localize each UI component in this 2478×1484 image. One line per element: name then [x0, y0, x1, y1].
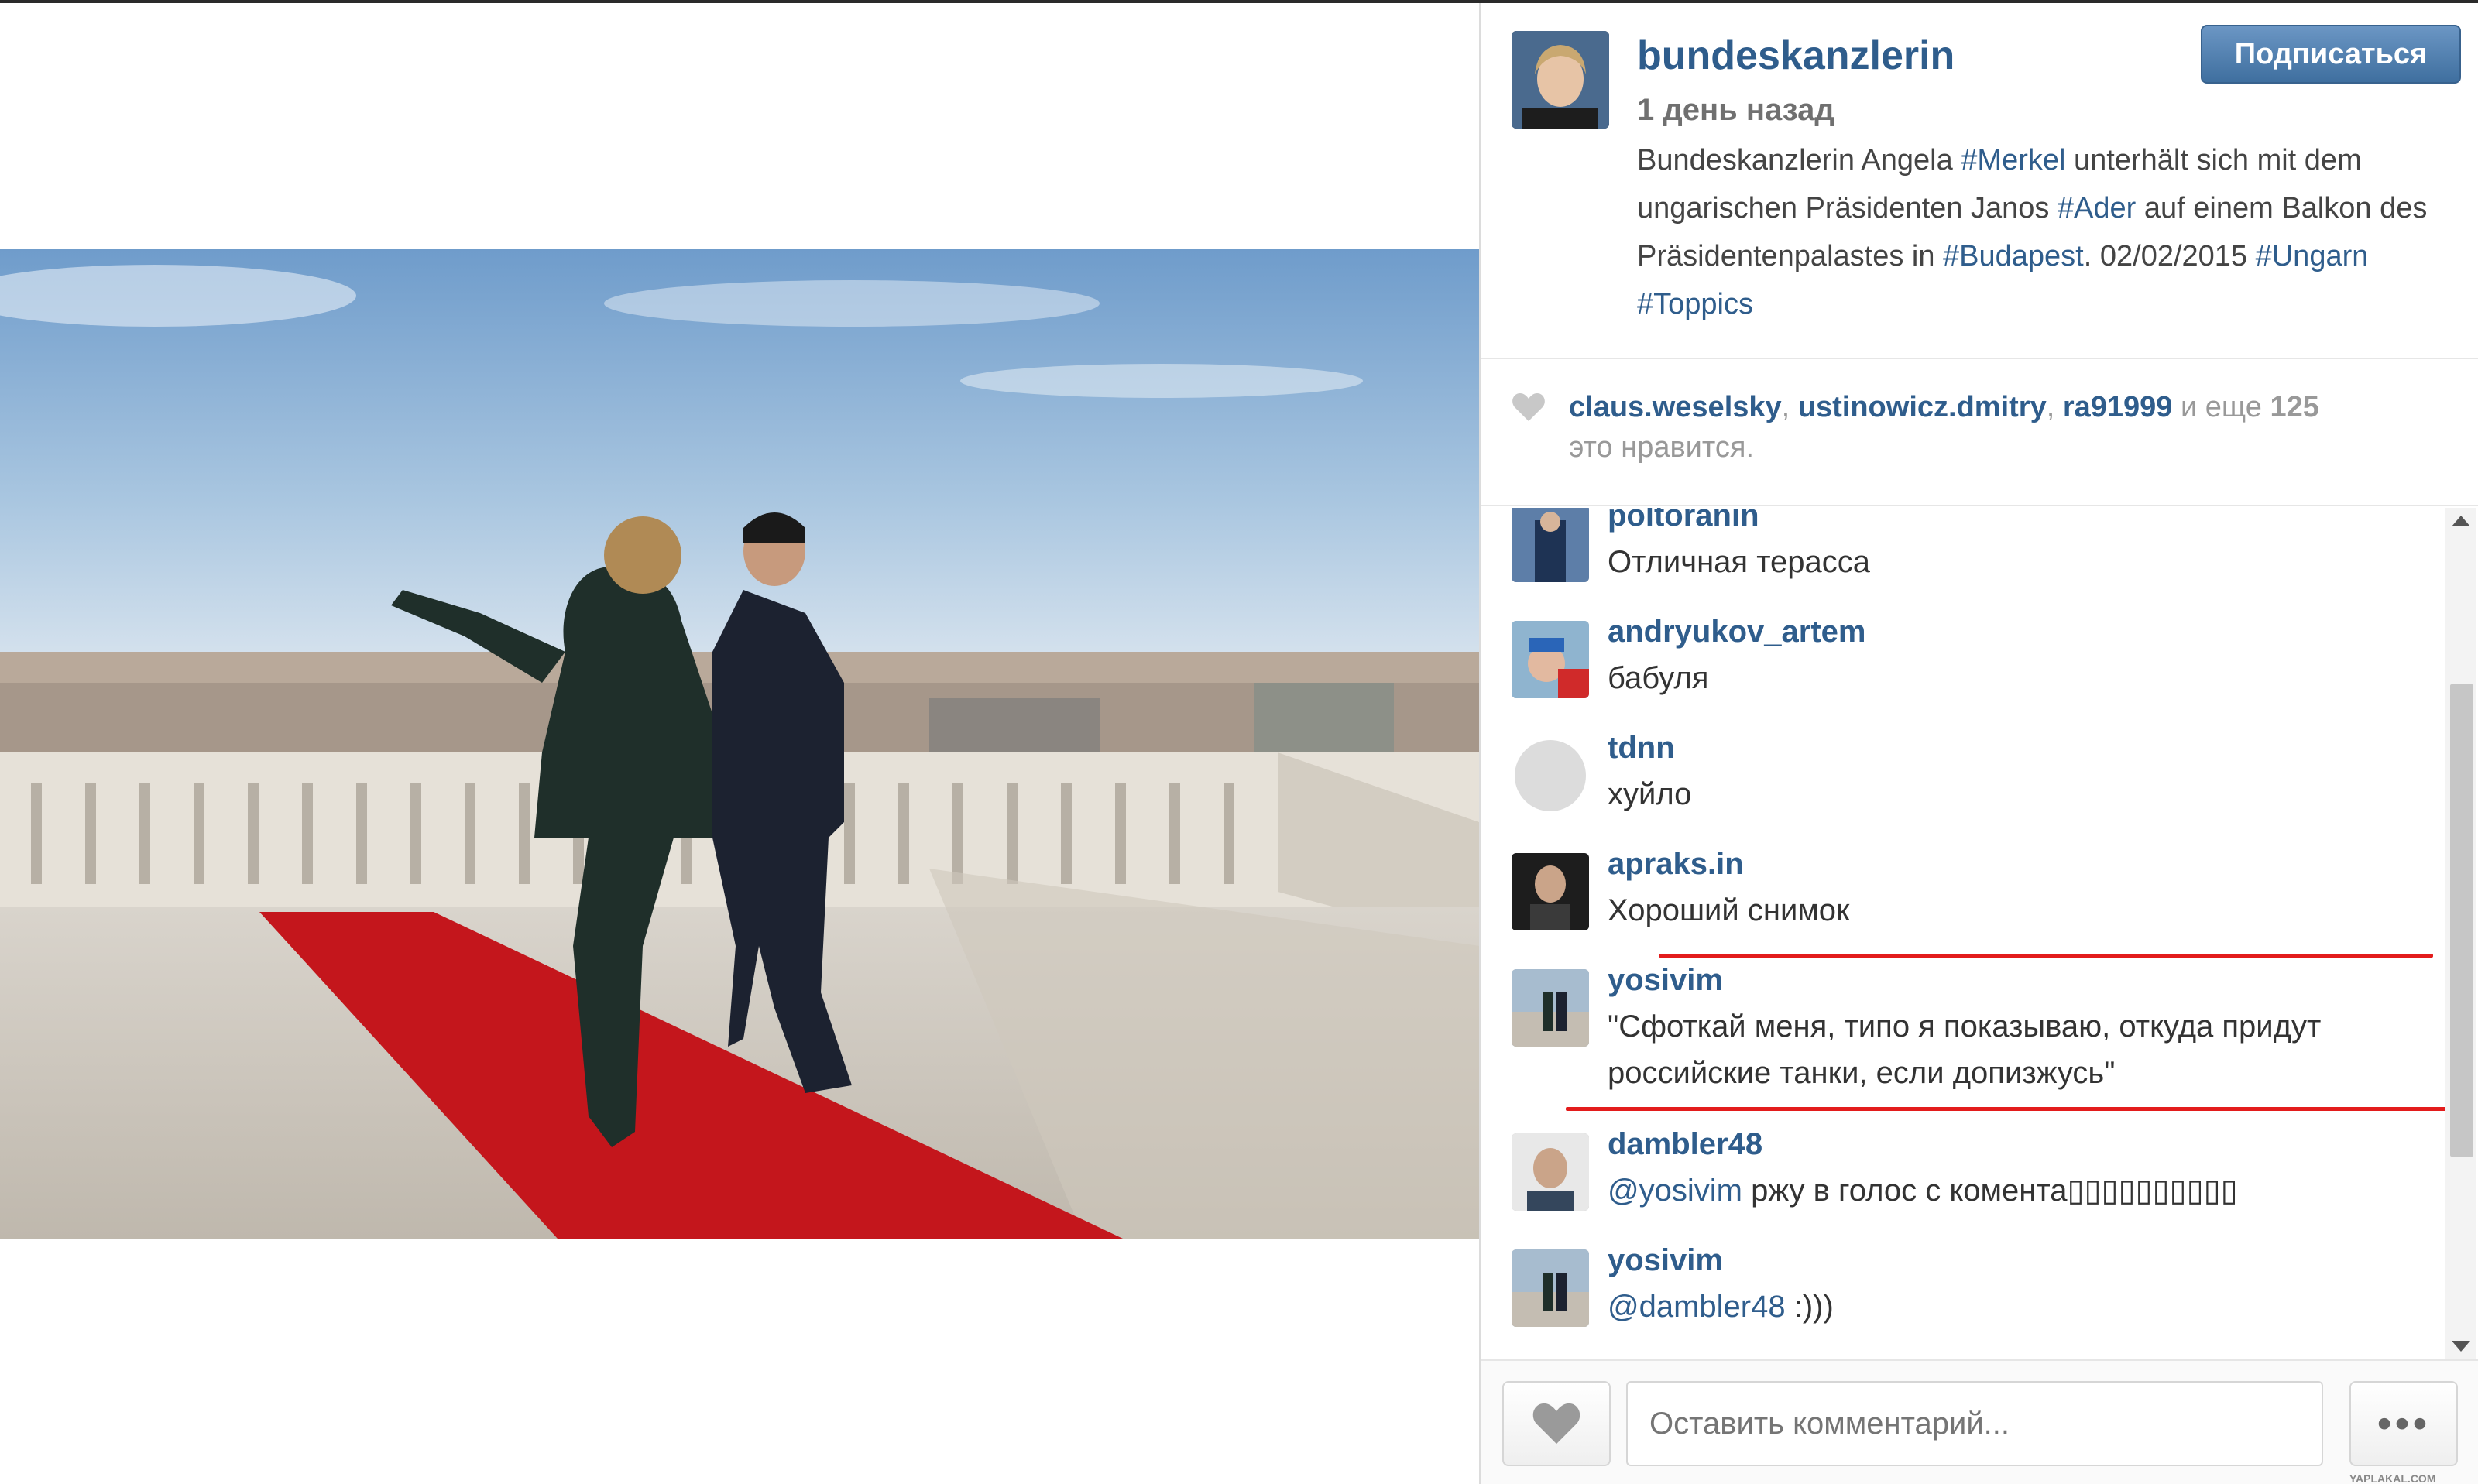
- commenter-avatar[interactable]: [1512, 969, 1589, 1047]
- hashtag-link[interactable]: #Toppics: [1637, 288, 1753, 320]
- commenter-username[interactable]: poltoranin: [1608, 508, 1759, 533]
- post-sidebar: bundeskanzlerin Подписаться 1 день назад…: [1479, 3, 2478, 1484]
- likes-count[interactable]: 125: [2270, 391, 2318, 423]
- comment-text: @yosivim ржу в голос с комента▯▯▯▯▯▯▯▯▯▯: [1608, 1174, 2238, 1208]
- comment-input[interactable]: [1626, 1381, 2323, 1466]
- likes-summary: claus.weselsky, ustinowicz.dmitry, ra919…: [1569, 391, 2319, 464]
- commenter-avatar[interactable]: [1512, 621, 1589, 698]
- red-underline-annotation: [1659, 954, 2433, 958]
- commenter-username[interactable]: yosivim: [1608, 1243, 1723, 1278]
- like-button[interactable]: [1502, 1381, 1611, 1466]
- scrollbar-thumb[interactable]: [2450, 684, 2473, 1157]
- commenter-avatar[interactable]: [1512, 737, 1589, 814]
- commenter-avatar[interactable]: [1512, 853, 1589, 930]
- author-username[interactable]: bundeskanzlerin: [1637, 33, 1955, 79]
- heart-icon: [1512, 393, 1545, 421]
- likes-suffix: это нравится.: [1569, 431, 1755, 464]
- chevron-up-icon[interactable]: [2452, 516, 2470, 526]
- more-dots-icon[interactable]: •••: [2349, 1381, 2458, 1466]
- chevron-down-icon[interactable]: [2452, 1341, 2470, 1352]
- commenter-avatar[interactable]: [1512, 508, 1589, 582]
- likes-section: claus.weselsky, ustinowicz.dmitry, ra919…: [1481, 359, 2478, 506]
- comment-text: бабуля: [1608, 661, 1709, 695]
- hashtag-link[interactable]: #Ader: [2058, 192, 2136, 224]
- comment-text: Хороший снимок: [1608, 893, 1850, 927]
- commenter-username[interactable]: dambler48: [1608, 1127, 1762, 1162]
- post-photo[interactable]: [0, 249, 1479, 1239]
- post-caption: Bundeskanzlerin Angela #Merkel unterhält…: [1637, 144, 2428, 320]
- post-header: bundeskanzlerin Подписаться 1 день назад…: [1481, 3, 2478, 359]
- commenter-username[interactable]: yosivim: [1608, 963, 1723, 998]
- mention-link[interactable]: @yosivim: [1608, 1174, 1742, 1208]
- balcony-photo: [0, 249, 1479, 1239]
- red-underline-annotation: [1566, 1107, 2449, 1111]
- commenter-username[interactable]: andryukov_artem: [1608, 615, 1865, 649]
- watermark: YAPLAKAL.COM: [2349, 1472, 2436, 1484]
- comment-text: Отличная терасса: [1608, 545, 1871, 579]
- commenter-avatar[interactable]: [1512, 1249, 1589, 1327]
- comment-text: хуйло: [1608, 777, 1692, 811]
- author-avatar[interactable]: [1512, 31, 1609, 129]
- commenter-username[interactable]: apraks.in: [1608, 847, 1744, 882]
- comments-scrollbar[interactable]: [2445, 508, 2476, 1359]
- mention-link[interactable]: @dambler48: [1608, 1290, 1786, 1324]
- liker-link[interactable]: claus.weselsky: [1569, 391, 1782, 423]
- hashtag-link[interactable]: #Budapest: [1943, 240, 2084, 272]
- liker-link[interactable]: ra91999: [2063, 391, 2173, 423]
- commenter-avatar[interactable]: [1512, 1133, 1589, 1211]
- comments-list[interactable]: poltoranin Отличная терасса andryukov_ar…: [1481, 508, 2449, 1359]
- post-timestamp: 1 день назад: [1637, 93, 1834, 127]
- commenter-username[interactable]: tdnn: [1608, 731, 1675, 766]
- photo-pane: [0, 3, 1479, 1484]
- comment-text: "Сфоткай меня, типо я показываю, откуда …: [1608, 1009, 2322, 1090]
- comment-text: @dambler48 :))): [1608, 1290, 1834, 1324]
- follow-button[interactable]: Подписаться: [2201, 25, 2461, 84]
- heart-icon: [1532, 1403, 1580, 1445]
- hashtag-link[interactable]: #Ungarn: [2256, 240, 2369, 272]
- hashtag-link[interactable]: #Merkel: [1961, 144, 2065, 177]
- post-footer: ••• YAPLAKAL.COM: [1481, 1359, 2478, 1484]
- liker-link[interactable]: ustinowicz.dmitry: [1798, 391, 2047, 423]
